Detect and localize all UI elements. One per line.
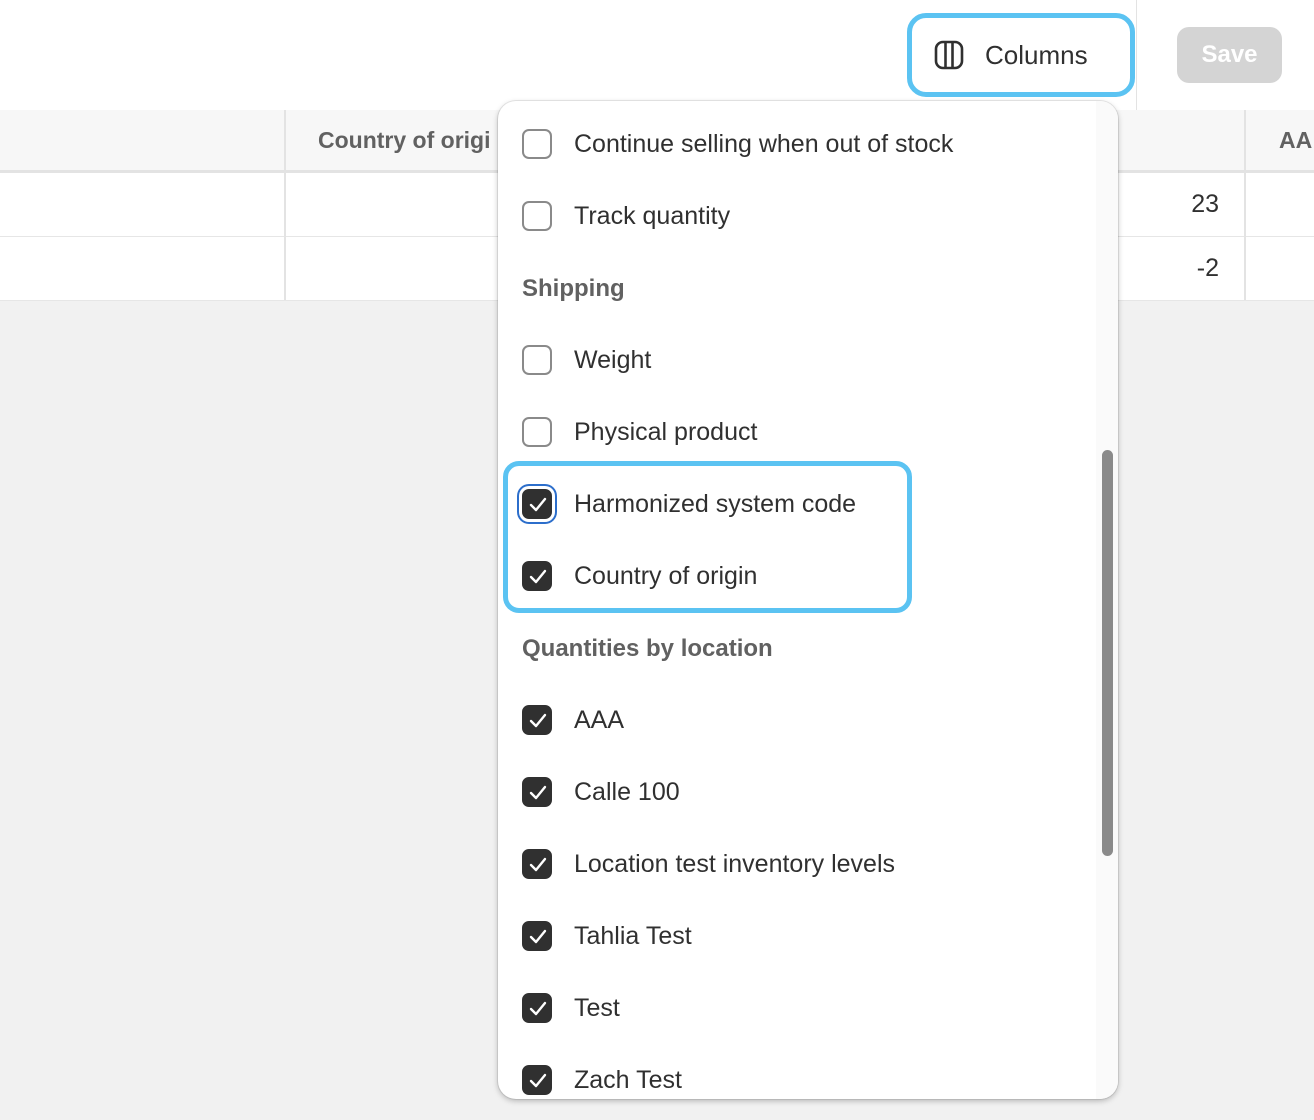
option-label: Test [574, 994, 620, 1022]
toolbar: Columns Save [0, 0, 1314, 111]
option-continue-selling[interactable]: Continue selling when out of stock [522, 124, 953, 164]
option-harmonized-system-code[interactable]: Harmonized system code [522, 484, 856, 524]
columns-icon [934, 40, 964, 70]
checkbox-checked[interactable] [522, 705, 552, 735]
quantity-cell[interactable]: -2 [1197, 251, 1219, 285]
option-label: Calle 100 [574, 778, 680, 806]
option-label: Harmonized system code [574, 490, 857, 518]
option-label: Location test inventory levels [574, 850, 896, 878]
group-heading-quantities-by-location: Quantities by location [522, 635, 773, 662]
columns-button[interactable]: Columns [907, 13, 1135, 97]
option-label: Country of origin [574, 562, 758, 590]
checkmark-icon [529, 857, 547, 872]
option-label: AAA [574, 706, 625, 734]
option-location-zach-test[interactable]: Zach Test [522, 1060, 682, 1099]
checkbox-checked[interactable] [522, 561, 552, 591]
checkbox-checked[interactable] [522, 849, 552, 879]
checkmark-icon [529, 785, 547, 800]
checkbox-checked[interactable] [522, 993, 552, 1023]
option-weight[interactable]: Weight [522, 340, 651, 380]
option-location-calle-100[interactable]: Calle 100 [522, 772, 680, 812]
column-divider [1244, 110, 1246, 300]
checkbox-unchecked[interactable] [522, 417, 552, 447]
option-track-quantity[interactable]: Track quantity [522, 196, 730, 236]
option-location-aaa[interactable]: AAA [522, 700, 624, 740]
option-label: Track quantity [574, 202, 731, 230]
column-header-aa[interactable]: AA [1279, 124, 1312, 156]
scrollbar-thumb[interactable] [1102, 450, 1113, 856]
checkbox-checked[interactable] [522, 921, 552, 951]
checkmark-icon [529, 569, 547, 584]
option-physical-product[interactable]: Physical product [522, 412, 757, 452]
checkmark-icon [529, 929, 547, 944]
column-header-country-of-origin[interactable]: Country of origi [318, 124, 490, 156]
checkbox-checked[interactable] [522, 777, 552, 807]
option-location-test-inventory-levels[interactable]: Location test inventory levels [522, 844, 895, 884]
checkmark-icon [529, 1073, 547, 1088]
checkbox-unchecked[interactable] [522, 345, 552, 375]
option-country-of-origin[interactable]: Country of origin [522, 556, 757, 596]
option-label: Physical product [574, 418, 758, 446]
option-location-test[interactable]: Test [522, 988, 620, 1028]
checkbox-checked[interactable] [522, 489, 552, 519]
columns-button-label: Columns [985, 40, 1088, 70]
option-label: Tahlia Test [574, 922, 692, 950]
checkbox-unchecked[interactable] [522, 129, 552, 159]
option-label: Zach Test [574, 1066, 682, 1094]
quantity-cell[interactable]: 23 [1191, 187, 1219, 221]
checkbox-unchecked[interactable] [522, 201, 552, 231]
toolbar-divider [1136, 0, 1137, 110]
option-location-tahlia-test[interactable]: Tahlia Test [522, 916, 692, 956]
columns-popover: Continue selling when out of stock Track… [498, 101, 1118, 1099]
save-button[interactable]: Save [1177, 27, 1282, 83]
group-heading-shipping: Shipping [522, 275, 625, 302]
column-divider [284, 110, 286, 300]
checkmark-icon [529, 497, 547, 512]
option-label: Continue selling when out of stock [574, 130, 954, 158]
checkmark-icon [529, 1001, 547, 1016]
checkbox-checked[interactable] [522, 1065, 552, 1095]
option-label: Weight [574, 346, 652, 374]
checkmark-icon [529, 713, 547, 728]
